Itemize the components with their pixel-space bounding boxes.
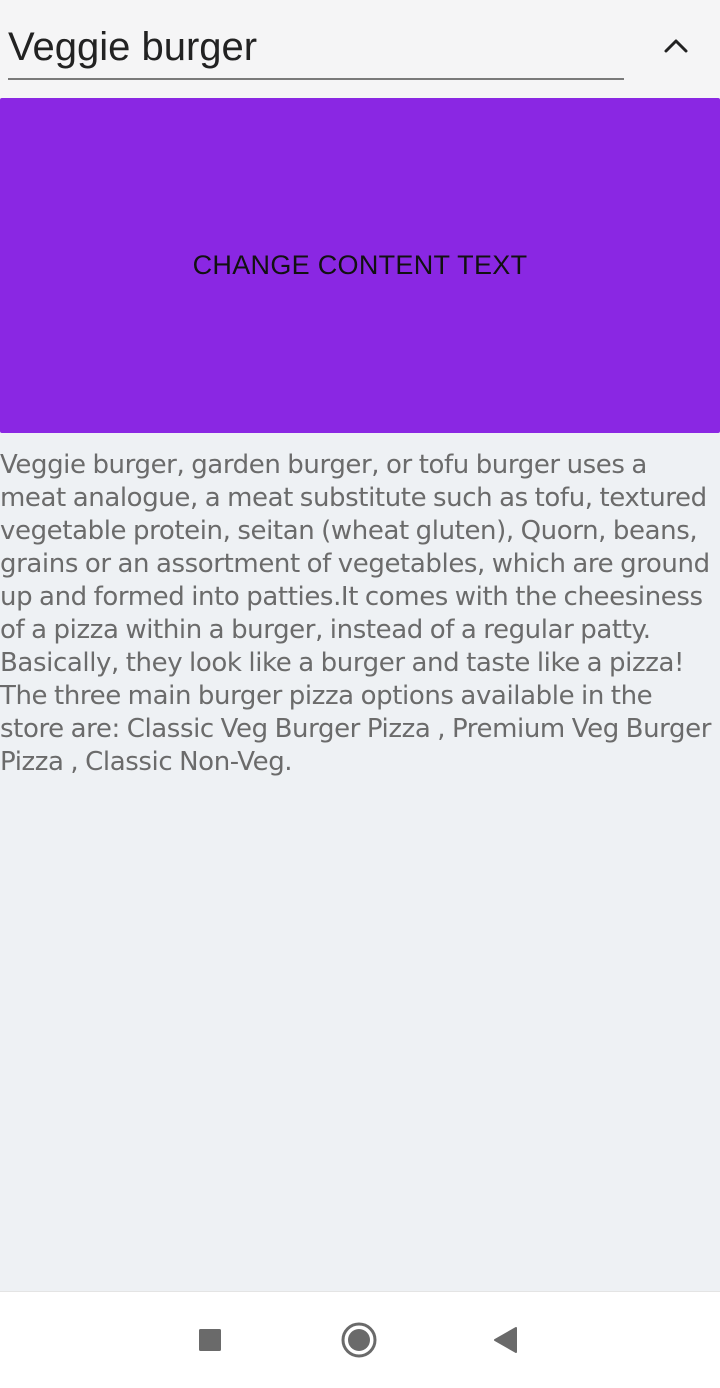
triangle-back-icon [494, 1327, 517, 1353]
content-text: Veggie burger, garden burger, or tofu bu… [0, 450, 711, 777]
change-content-text-label: CHANGE CONTENT TEXT [192, 250, 528, 280]
navigation-bar [0, 1291, 720, 1388]
title-field[interactable]: Veggie burger [8, 14, 624, 80]
header: Veggie burger [0, 0, 720, 98]
recents-button[interactable] [180, 1310, 240, 1370]
back-button[interactable] [476, 1310, 536, 1370]
home-button[interactable] [329, 1310, 389, 1370]
circle-icon [341, 1322, 377, 1358]
chevron-up-icon [664, 39, 688, 53]
change-content-text-button[interactable]: CHANGE CONTENT TEXT [0, 98, 720, 433]
square-icon [199, 1329, 221, 1351]
page-title: Veggie burger [8, 25, 258, 69]
collapse-button[interactable] [650, 22, 702, 70]
